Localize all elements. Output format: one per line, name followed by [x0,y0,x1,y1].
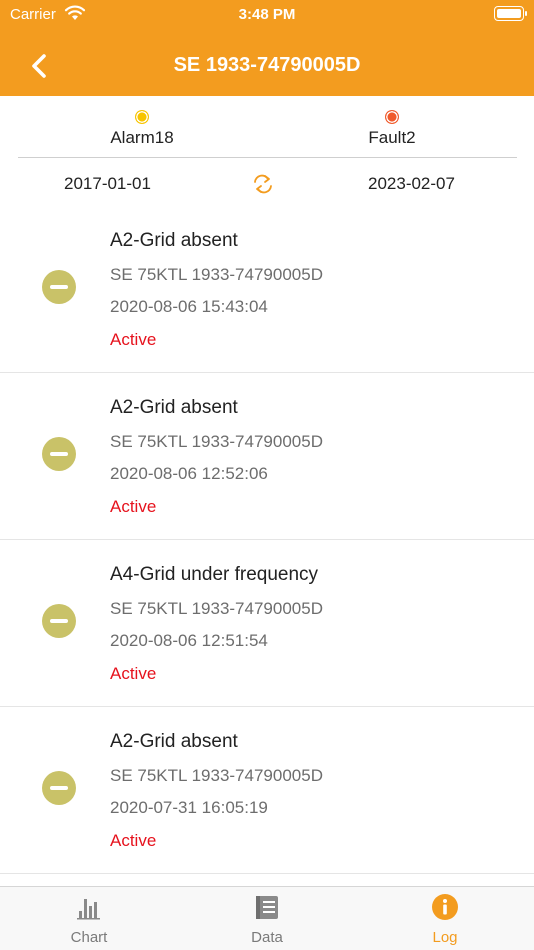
alarm-count-label: Alarm18 [110,128,174,147]
info-icon [432,894,458,920]
log-list-item[interactable]: A2-Grid absent SE 75KTL 1933-74790005D 2… [0,373,534,540]
log-status: Active [110,664,157,683]
tab-log-label: Log [432,929,458,946]
tab-chart[interactable]: Chart [0,887,178,950]
log-status: Active [110,831,157,850]
status-bar: Carrier 3:48 PM [0,0,534,30]
log-timestamp: 2020-08-06 12:51:54 [110,631,268,650]
log-list-item[interactable]: A2-Grid absent SE 75KTL 1933-74790005D 2… [0,707,534,874]
log-status: Active [110,497,157,516]
document-icon [256,896,278,919]
log-list-item[interactable]: A2-Grid absent SE 75KTL 1933-74790005D 2… [0,206,534,373]
status-time: 3:48 PM [238,6,296,23]
minus-circle-icon [42,604,76,638]
minus-circle-icon [42,437,76,471]
log-device: SE 75KTL 1933-74790005D [110,432,323,451]
log-title: A2-Grid absent [110,230,238,251]
bar-chart-icon [77,899,100,920]
log-list-item[interactable]: A4-Grid under frequency SE 75KTL 1933-74… [0,540,534,707]
tab-log[interactable]: Log [356,887,534,950]
alarm-filter[interactable]: Alarm18 [42,108,242,148]
minus-circle-icon [42,771,76,805]
battery-icon [494,6,527,21]
tab-bar: Chart Data Log [0,886,534,950]
log-title: A2-Grid absent [110,731,238,752]
log-status: Active [110,330,157,349]
tab-data[interactable]: Data [178,887,356,950]
summary-divider [18,157,517,158]
app-header: Carrier 3:48 PM SE 1933-74790005D [0,0,534,96]
log-timestamp: 2020-08-06 15:43:04 [110,297,268,316]
minus-circle-icon [42,270,76,304]
swap-arrows-icon[interactable] [252,174,274,194]
start-date-picker[interactable]: 2017-01-01 [64,174,151,194]
log-timestamp: 2020-07-31 16:05:19 [110,798,268,817]
alarm-indicator-icon [135,110,149,124]
log-device: SE 75KTL 1933-74790005D [110,265,323,284]
nav-bar: SE 1933-74790005D [0,34,534,96]
tab-data-label: Data [251,929,283,946]
log-summary: Alarm18 Fault2 2017-01-01 2023-02-07 [0,96,534,206]
fault-filter[interactable]: Fault2 [292,108,492,148]
log-device: SE 75KTL 1933-74790005D [110,766,323,785]
fault-indicator-icon [385,110,399,124]
tab-chart-label: Chart [70,929,108,946]
log-device: SE 75KTL 1933-74790005D [110,599,323,618]
log-timestamp: 2020-08-06 12:52:06 [110,464,268,483]
end-date-picker[interactable]: 2023-02-07 [368,174,455,194]
log-list: A2-Grid absent SE 75KTL 1933-74790005D 2… [0,206,534,874]
log-title: A4-Grid under frequency [110,564,319,585]
page-title: SE 1933-74790005D [173,54,361,76]
log-title: A2-Grid absent [110,397,238,418]
fault-count-label: Fault2 [368,128,416,147]
